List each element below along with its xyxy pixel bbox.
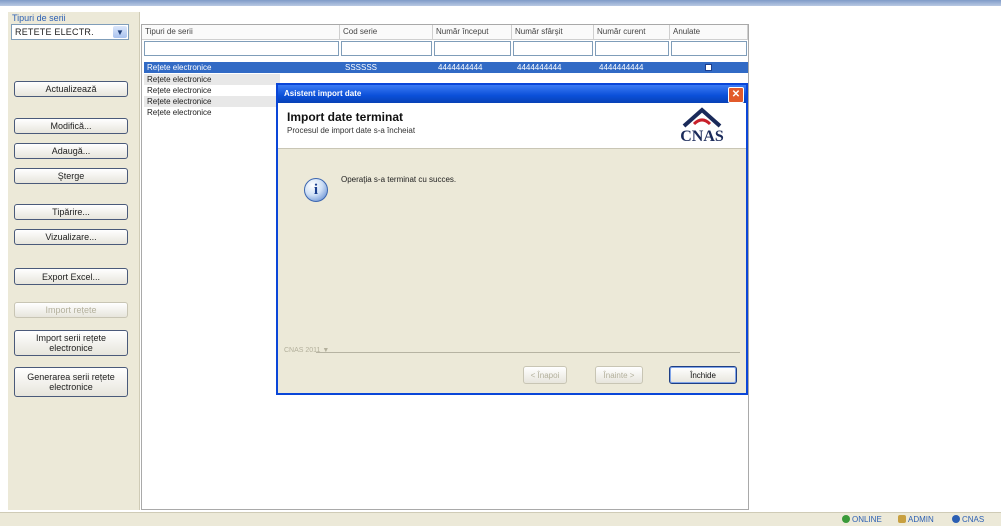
result-message: Operaţia s-a terminat cu succes.	[341, 175, 457, 184]
filter-field-current-number[interactable]	[595, 41, 669, 56]
user-status: ADMIN	[898, 515, 934, 524]
cell-end-number: 4444444444	[517, 63, 562, 72]
close-button[interactable]: Închide	[669, 366, 737, 384]
cell-series-type: Rețete electronice	[147, 63, 212, 72]
modify-button[interactable]: Modifică...	[14, 118, 128, 134]
organization-icon	[952, 515, 960, 523]
dialog-title-bar[interactable]: Asistent import date ✕	[278, 85, 746, 103]
table-row[interactable]: Rețete electronice	[144, 85, 280, 96]
chevron-down-icon[interactable]: ▼	[113, 26, 127, 38]
info-icon: i	[304, 178, 328, 202]
table-row[interactable]: Rețete electronice	[144, 96, 280, 107]
cell-start-number: 4444444444	[438, 63, 483, 72]
filter-field-start-number[interactable]	[434, 41, 511, 56]
status-bar: ONLINE ADMIN CNAS	[0, 512, 1001, 526]
print-button[interactable]: Tipărire...	[14, 204, 128, 220]
next-button[interactable]: Înainte >	[595, 366, 643, 384]
user-icon	[898, 515, 906, 523]
column-header-cancelled[interactable]: Anulate	[670, 25, 748, 40]
filter-field-cancelled[interactable]	[671, 41, 747, 56]
org-status: CNAS	[952, 515, 984, 524]
cell-current-number: 4444444444	[599, 63, 644, 72]
dialog-heading: Import date terminat	[287, 110, 404, 124]
filter-field-series-code[interactable]	[341, 41, 432, 56]
generate-series-button[interactable]: Generarea serii rețete electronice	[14, 367, 128, 397]
close-icon[interactable]: ✕	[728, 87, 744, 103]
dialog-subheading: Procesul de import date s-a încheiat	[287, 126, 416, 135]
cell-series-type: Rețete electronice	[147, 75, 212, 84]
online-icon	[842, 515, 850, 523]
column-header-series-type[interactable]: Tipuri de serii	[142, 25, 340, 40]
cell-series-type: Rețete electronice	[147, 86, 212, 95]
refresh-button[interactable]: Actualizează	[14, 81, 128, 97]
cell-series-type: Rețete electronice	[147, 97, 212, 106]
table-row[interactable]: Rețete electronice SSSSSS 4444444444 444…	[144, 62, 748, 73]
cnas-logo-emblem	[682, 107, 722, 128]
dialog-header: Import date terminat Procesul de import …	[278, 103, 746, 149]
cnas-logo-text: CNAS	[680, 128, 724, 145]
online-status-text: ONLINE	[852, 515, 882, 524]
export-excel-button[interactable]: Export Excel...	[14, 268, 128, 285]
online-status: ONLINE	[842, 515, 882, 524]
import-series-button[interactable]: Import serii rețete electronice	[14, 330, 128, 356]
import-prescriptions-button[interactable]: Import rețete	[14, 302, 128, 318]
window-top-strip	[0, 0, 1001, 6]
column-header-current-number[interactable]: Număr curent	[594, 25, 670, 40]
filter-label: Tipuri de serii	[12, 13, 66, 23]
add-button[interactable]: Adaugă...	[14, 143, 128, 159]
series-type-combo[interactable]: RETETE ELECTR. ▼	[11, 24, 129, 40]
delete-button[interactable]: Şterge	[14, 168, 128, 184]
back-button[interactable]: < Înapoi	[523, 366, 567, 384]
filter-field-series-type[interactable]	[144, 41, 339, 56]
column-header-series-code[interactable]: Cod serie	[340, 25, 433, 40]
column-header-end-number[interactable]: Număr sfârşit	[512, 25, 594, 40]
user-status-text: ADMIN	[908, 515, 934, 524]
org-status-text: CNAS	[962, 515, 985, 524]
filter-field-end-number[interactable]	[513, 41, 593, 56]
table-row[interactable]: Rețete electronice	[144, 107, 280, 118]
table-row[interactable]: Rețete electronice	[144, 74, 280, 85]
series-type-combo-value: RETETE ELECTR.	[15, 27, 94, 37]
cnas-logo: CNAS	[674, 106, 730, 146]
import-wizard-dialog: Asistent import date ✕ Import date termi…	[276, 83, 748, 395]
cell-series-type: Rețete electronice	[147, 108, 212, 117]
cancelled-checkbox[interactable]	[705, 64, 712, 71]
cell-series-code: SSSSSS	[345, 63, 378, 72]
dialog-separator	[316, 352, 740, 353]
dialog-title: Asistent import date	[284, 89, 362, 98]
preview-button[interactable]: Vizualizare...	[14, 229, 128, 245]
column-header-start-number[interactable]: Număr început	[433, 25, 512, 40]
